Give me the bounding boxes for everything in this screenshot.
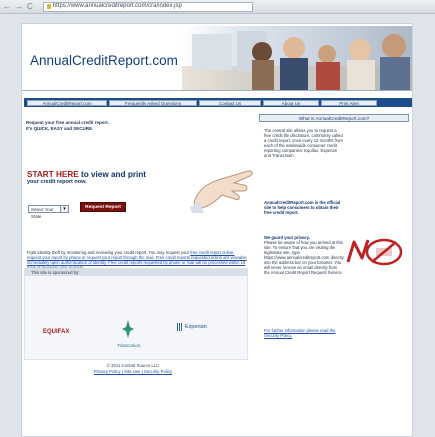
sponsor-box: This site is sponsored by: EQUIFAX Trans…	[24, 268, 248, 360]
experian-logo-icon	[177, 323, 183, 331]
sidebar-text-2: AnnualCreditReport.com is the official s…	[264, 200, 344, 215]
start-here-label: START HERE	[27, 170, 79, 179]
right-sidebar: What is AnnualCreditReport.com? The cent…	[249, 114, 412, 434]
sponsor-header: This site is sponsored by:	[25, 269, 247, 276]
sponsor-transunion: TransUnion.	[117, 343, 142, 348]
address-bar[interactable]: https://www.annualcreditreport.com/cra/i…	[42, 1, 253, 12]
browser-toolbar: ← → C https://www.annualcreditreport.com…	[0, 0, 435, 14]
sponsor-experian: Experian	[185, 324, 207, 330]
start-here-rest: to view and print	[78, 170, 147, 179]
web-page: AnnualCreditReport.com AnnualCreditRepor…	[21, 23, 413, 437]
nav-print[interactable]: Print Alert	[321, 99, 377, 106]
left-column: Request your free annual credit report. …	[26, 120, 248, 131]
main-nav: AnnualCreditReport.com Frequently Asked …	[24, 98, 412, 107]
site-logo[interactable]: AnnualCreditReport.com	[30, 53, 178, 68]
intro-line-2: It's QUICK, EASY and SECURE.	[26, 125, 94, 131]
identity-theft-paragraph: Fight identity theft by monitoring and r…	[27, 250, 249, 270]
nav-contact[interactable]: Contact Us	[199, 99, 261, 106]
address-text: https://www.annualcreditreport.com/cra/i…	[52, 3, 182, 9]
page-footer: © 2011 Central Source LLC Privacy Policy…	[22, 363, 244, 374]
footer-links[interactable]: Privacy Policy | Site Use | Security Pol…	[22, 369, 244, 375]
state-select[interactable]: Select Your State	[28, 205, 62, 219]
browser-window: ← → C https://www.annualcreditreport.com…	[0, 0, 435, 437]
forward-icon[interactable]: →	[15, 2, 23, 12]
start-here-subheading: your credit report now.	[27, 179, 87, 185]
nav-home[interactable]: AnnualCreditReport.com	[27, 99, 107, 106]
official-site-text: AnnualCreditReport.com is the official s…	[264, 200, 341, 215]
privacy-body: Please be aware of how you arrived at th…	[264, 240, 344, 275]
back-icon[interactable]: ←	[3, 2, 11, 12]
refresh-icon[interactable]: C	[27, 2, 33, 12]
scam-warning-icon	[346, 238, 403, 266]
sidebar-text-3: We guard your privacy. Please be aware o…	[264, 235, 344, 275]
transunion-logo-icon	[122, 320, 134, 338]
site-banner: AnnualCreditReport.com	[22, 24, 412, 91]
hero-photo	[182, 26, 412, 90]
nav-faq[interactable]: Frequently Asked Questions	[109, 99, 197, 106]
sidebar-text-1: The central site allows you to request a…	[264, 128, 343, 158]
security-policy-link[interactable]: For further information please read the …	[264, 328, 335, 338]
sidebar-text-4: For further information please read the …	[264, 328, 344, 338]
what-is-button[interactable]: What is AnnualCreditReport.com?	[259, 114, 409, 122]
lock-icon	[46, 4, 51, 9]
chevron-down-icon[interactable]: ▾	[60, 205, 69, 213]
hand-pointer-icon	[190, 170, 253, 213]
request-report-button[interactable]: Request Report	[80, 202, 126, 212]
sponsor-equifax: EQUIFAX	[43, 329, 70, 335]
nav-about[interactable]: About Us	[263, 99, 319, 106]
hero-illustration	[182, 31, 412, 90]
